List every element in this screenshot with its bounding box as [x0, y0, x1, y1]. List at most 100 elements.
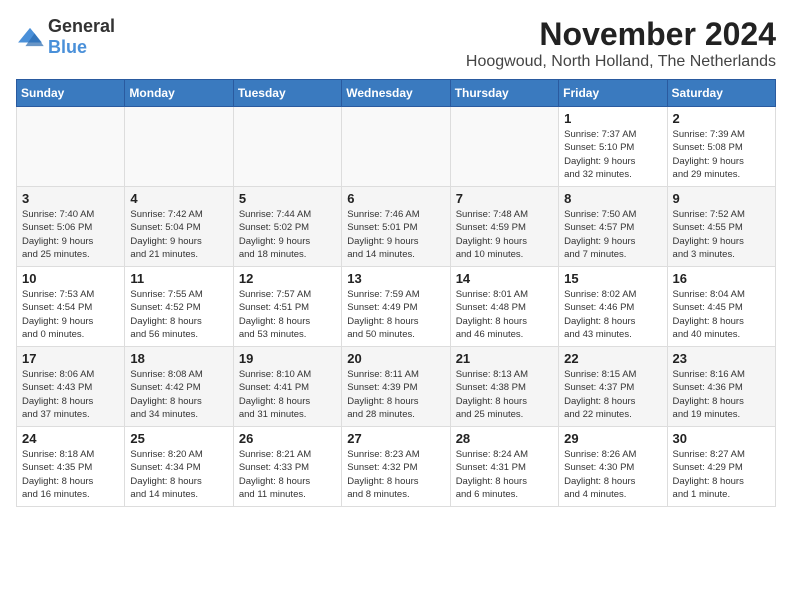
day-number: 7: [456, 191, 553, 206]
day-cell: 14 Sunrise: 8:01 AM Sunset: 4:48 PM Dayli…: [450, 267, 558, 347]
week-row-0: 1Sunrise: 7:37 AM Sunset: 5:10 PM Daylig…: [17, 107, 776, 187]
day-info: Sunrise: 7:55 AM Sunset: 4:52 PM Dayligh…: [130, 288, 227, 341]
week-row-3: 17 Sunrise: 8:06 AM Sunset: 4:43 PM Dayli…: [17, 347, 776, 427]
day-info: Sunrise: 8:18 AM Sunset: 4:35 PM Dayligh…: [22, 448, 119, 501]
day-number: 17: [22, 351, 119, 366]
day-number: 9: [673, 191, 770, 206]
day-info: Sunrise: 8:26 AM Sunset: 4:30 PM Dayligh…: [564, 448, 661, 501]
day-cell: [125, 107, 233, 187]
page-header: General Blue November 2024 Hoogwoud, Nor…: [16, 16, 776, 71]
day-cell: 11 Sunrise: 7:55 AM Sunset: 4:52 PM Dayli…: [125, 267, 233, 347]
day-info: Sunrise: 8:06 AM Sunset: 4:43 PM Dayligh…: [22, 368, 119, 421]
day-cell: 9 Sunrise: 7:52 AM Sunset: 4:55 PM Daylig…: [667, 187, 775, 267]
day-cell: 23 Sunrise: 8:16 AM Sunset: 4:36 PM Dayli…: [667, 347, 775, 427]
day-number: 5: [239, 191, 336, 206]
day-cell: 18Sunrise: 8:08 AM Sunset: 4:42 PM Dayli…: [125, 347, 233, 427]
calendar-body: 1Sunrise: 7:37 AM Sunset: 5:10 PM Daylig…: [17, 107, 776, 507]
day-number: 29: [564, 431, 661, 446]
day-number: 2: [673, 111, 770, 126]
day-number: 25: [130, 431, 227, 446]
day-number: 19: [239, 351, 336, 366]
logo-text: General Blue: [48, 16, 115, 58]
day-cell: 21Sunrise: 8:13 AM Sunset: 4:38 PM Dayli…: [450, 347, 558, 427]
day-number: 22: [564, 351, 661, 366]
logo-general: General: [48, 16, 115, 36]
day-cell: [233, 107, 341, 187]
header-friday: Friday: [559, 80, 667, 107]
day-cell: 13 Sunrise: 7:59 AM Sunset: 4:49 PM Dayli…: [342, 267, 450, 347]
day-info: Sunrise: 8:15 AM Sunset: 4:37 PM Dayligh…: [564, 368, 661, 421]
day-number: 8: [564, 191, 661, 206]
day-info: Sunrise: 7:46 AM Sunset: 5:01 PM Dayligh…: [347, 208, 444, 261]
day-number: 12: [239, 271, 336, 286]
header-sunday: Sunday: [17, 80, 125, 107]
day-number: 14: [456, 271, 553, 286]
day-cell: 10Sunrise: 7:53 AM Sunset: 4:54 PM Dayli…: [17, 267, 125, 347]
logo-blue: Blue: [48, 37, 87, 57]
day-number: 18: [130, 351, 227, 366]
day-info: Sunrise: 8:01 AM Sunset: 4:48 PM Dayligh…: [456, 288, 553, 341]
day-cell: 5 Sunrise: 7:44 AM Sunset: 5:02 PM Daylig…: [233, 187, 341, 267]
day-info: Sunrise: 8:10 AM Sunset: 4:41 PM Dayligh…: [239, 368, 336, 421]
logo-icon: [16, 26, 44, 48]
day-cell: 29 Sunrise: 8:26 AM Sunset: 4:30 PM Dayli…: [559, 427, 667, 507]
day-info: Sunrise: 8:04 AM Sunset: 4:45 PM Dayligh…: [673, 288, 770, 341]
day-info: Sunrise: 7:57 AM Sunset: 4:51 PM Dayligh…: [239, 288, 336, 341]
day-cell: 3 Sunrise: 7:40 AM Sunset: 5:06 PM Daylig…: [17, 187, 125, 267]
day-info: Sunrise: 7:52 AM Sunset: 4:55 PM Dayligh…: [673, 208, 770, 261]
day-number: 23: [673, 351, 770, 366]
day-cell: 27 Sunrise: 8:23 AM Sunset: 4:32 PM Dayli…: [342, 427, 450, 507]
day-info: Sunrise: 7:39 AM Sunset: 5:08 PM Dayligh…: [673, 128, 770, 181]
day-cell: 4 Sunrise: 7:42 AM Sunset: 5:04 PM Daylig…: [125, 187, 233, 267]
day-cell: 24Sunrise: 8:18 AM Sunset: 4:35 PM Dayli…: [17, 427, 125, 507]
day-info: Sunrise: 8:24 AM Sunset: 4:31 PM Dayligh…: [456, 448, 553, 501]
day-cell: 19 Sunrise: 8:10 AM Sunset: 4:41 PM Dayli…: [233, 347, 341, 427]
day-info: Sunrise: 7:50 AM Sunset: 4:57 PM Dayligh…: [564, 208, 661, 261]
day-cell: 20Sunrise: 8:11 AM Sunset: 4:39 PM Dayli…: [342, 347, 450, 427]
day-cell: 1Sunrise: 7:37 AM Sunset: 5:10 PM Daylig…: [559, 107, 667, 187]
day-number: 26: [239, 431, 336, 446]
day-number: 13: [347, 271, 444, 286]
day-cell: 25Sunrise: 8:20 AM Sunset: 4:34 PM Dayli…: [125, 427, 233, 507]
day-info: Sunrise: 8:23 AM Sunset: 4:32 PM Dayligh…: [347, 448, 444, 501]
day-info: Sunrise: 8:27 AM Sunset: 4:29 PM Dayligh…: [673, 448, 770, 501]
day-info: Sunrise: 8:21 AM Sunset: 4:33 PM Dayligh…: [239, 448, 336, 501]
day-number: 6: [347, 191, 444, 206]
day-cell: 17 Sunrise: 8:06 AM Sunset: 4:43 PM Dayli…: [17, 347, 125, 427]
main-title: November 2024: [466, 16, 776, 53]
day-info: Sunrise: 7:40 AM Sunset: 5:06 PM Dayligh…: [22, 208, 119, 261]
day-cell: 6 Sunrise: 7:46 AM Sunset: 5:01 PM Daylig…: [342, 187, 450, 267]
day-cell: [17, 107, 125, 187]
day-number: 27: [347, 431, 444, 446]
day-number: 11: [130, 271, 227, 286]
day-number: 28: [456, 431, 553, 446]
subtitle: Hoogwoud, North Holland, The Netherlands: [466, 53, 776, 71]
week-row-4: 24Sunrise: 8:18 AM Sunset: 4:35 PM Dayli…: [17, 427, 776, 507]
day-cell: [450, 107, 558, 187]
calendar-table: Sunday Monday Tuesday Wednesday Thursday…: [16, 79, 776, 507]
header-row: Sunday Monday Tuesday Wednesday Thursday…: [17, 80, 776, 107]
day-cell: 30Sunrise: 8:27 AM Sunset: 4:29 PM Dayli…: [667, 427, 775, 507]
week-row-2: 10Sunrise: 7:53 AM Sunset: 4:54 PM Dayli…: [17, 267, 776, 347]
header-saturday: Saturday: [667, 80, 775, 107]
day-number: 3: [22, 191, 119, 206]
day-info: Sunrise: 8:16 AM Sunset: 4:36 PM Dayligh…: [673, 368, 770, 421]
header-monday: Monday: [125, 80, 233, 107]
day-info: Sunrise: 7:44 AM Sunset: 5:02 PM Dayligh…: [239, 208, 336, 261]
day-number: 10: [22, 271, 119, 286]
title-section: November 2024 Hoogwoud, North Holland, T…: [466, 16, 776, 71]
day-info: Sunrise: 8:13 AM Sunset: 4:38 PM Dayligh…: [456, 368, 553, 421]
day-info: Sunrise: 7:59 AM Sunset: 4:49 PM Dayligh…: [347, 288, 444, 341]
day-number: 4: [130, 191, 227, 206]
day-cell: 2 Sunrise: 7:39 AM Sunset: 5:08 PM Daylig…: [667, 107, 775, 187]
day-info: Sunrise: 7:37 AM Sunset: 5:10 PM Dayligh…: [564, 128, 661, 181]
calendar-header: Sunday Monday Tuesday Wednesday Thursday…: [17, 80, 776, 107]
day-number: 20: [347, 351, 444, 366]
day-info: Sunrise: 8:02 AM Sunset: 4:46 PM Dayligh…: [564, 288, 661, 341]
day-cell: 22 Sunrise: 8:15 AM Sunset: 4:37 PM Dayli…: [559, 347, 667, 427]
day-cell: 28 Sunrise: 8:24 AM Sunset: 4:31 PM Dayli…: [450, 427, 558, 507]
day-cell: 16 Sunrise: 8:04 AM Sunset: 4:45 PM Dayli…: [667, 267, 775, 347]
day-cell: [342, 107, 450, 187]
day-info: Sunrise: 7:42 AM Sunset: 5:04 PM Dayligh…: [130, 208, 227, 261]
day-number: 16: [673, 271, 770, 286]
